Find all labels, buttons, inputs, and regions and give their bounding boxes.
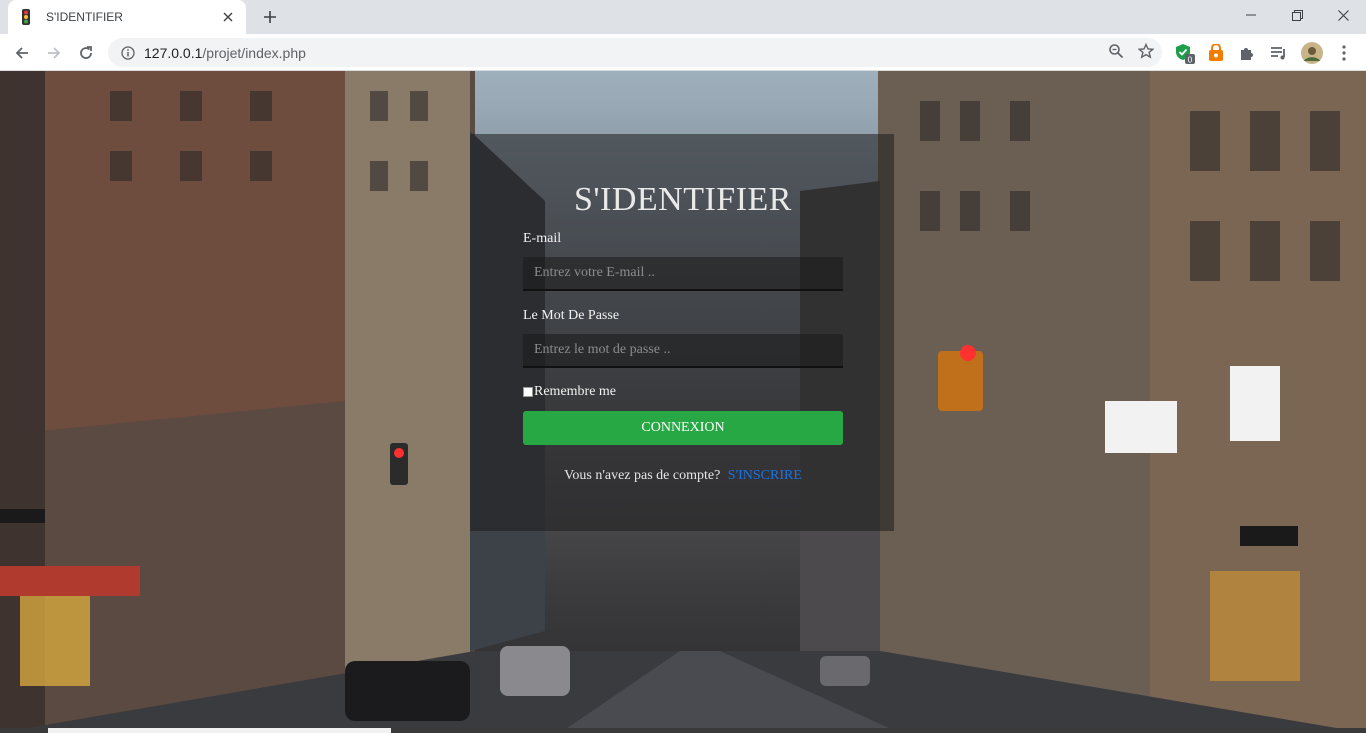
omnibox-actions	[1108, 42, 1155, 64]
password-field[interactable]	[523, 334, 843, 368]
login-title: S'IDENTIFIER	[573, 181, 792, 218]
page-viewport: S'IDENTIFIER E-mail Le Mot De Passe Reme…	[0, 71, 1366, 733]
orange-lock-extension-icon[interactable]	[1204, 41, 1228, 65]
password-label: Le Mot De Passe	[523, 308, 620, 323]
browser-menu-icon[interactable]	[1332, 41, 1356, 65]
restore-icon[interactable]	[1274, 0, 1320, 30]
url-text: 127.0.0.1/projet/index.php	[144, 45, 306, 61]
url-host: 127.0.0.1	[144, 44, 203, 61]
back-arrow-icon[interactable]	[8, 39, 36, 67]
page-bottom-strip	[0, 728, 1366, 733]
remember-me-label: Remembre me	[534, 384, 617, 399]
browser-tab[interactable]: S'IDENTIFIER	[8, 0, 246, 34]
remember-me-row: Remembre me	[523, 384, 616, 400]
signup-row: Vous n'avez pas de compte? S'INSCRIRE	[0, 468, 1366, 484]
extension-badge-count: 0	[1188, 55, 1193, 64]
tab-title: S'IDENTIFIER	[46, 10, 123, 24]
new-tab-icon[interactable]	[256, 5, 284, 29]
close-window-icon[interactable]	[1320, 0, 1366, 30]
bookmark-star-icon[interactable]	[1137, 42, 1155, 64]
close-tab-icon[interactable]	[220, 9, 236, 25]
connexion-button[interactable]: CONNEXION	[523, 411, 843, 445]
reload-icon[interactable]	[72, 39, 100, 67]
signup-link[interactable]: S'INSCRIRE	[728, 468, 802, 483]
profile-avatar-icon[interactable]	[1300, 41, 1324, 65]
forward-arrow-icon[interactable]	[40, 39, 68, 67]
address-bar[interactable]: 127.0.0.1/projet/index.php	[108, 38, 1162, 67]
browser-toolbar: 127.0.0.1/projet/index.php 0	[0, 34, 1366, 71]
signup-prompt: Vous n'avez pas de compte?	[564, 468, 721, 483]
tab-strip: S'IDENTIFIER	[0, 0, 1366, 34]
remember-me-checkbox[interactable]	[523, 387, 533, 397]
traffic-light-favicon-icon	[18, 9, 34, 25]
green-check-extension-icon[interactable]: 0	[1173, 41, 1197, 65]
email-field[interactable]	[523, 257, 843, 291]
extensions-puzzle-icon[interactable]	[1235, 41, 1259, 65]
bottom-strip-segment	[48, 728, 391, 733]
media-queue-icon[interactable]	[1267, 41, 1291, 65]
minimize-icon[interactable]	[1228, 0, 1274, 30]
zoom-icon[interactable]	[1108, 43, 1124, 64]
url-path: /projet/index.php	[202, 44, 306, 61]
site-info-icon[interactable]	[120, 45, 136, 61]
email-label: E-mail	[523, 231, 562, 246]
